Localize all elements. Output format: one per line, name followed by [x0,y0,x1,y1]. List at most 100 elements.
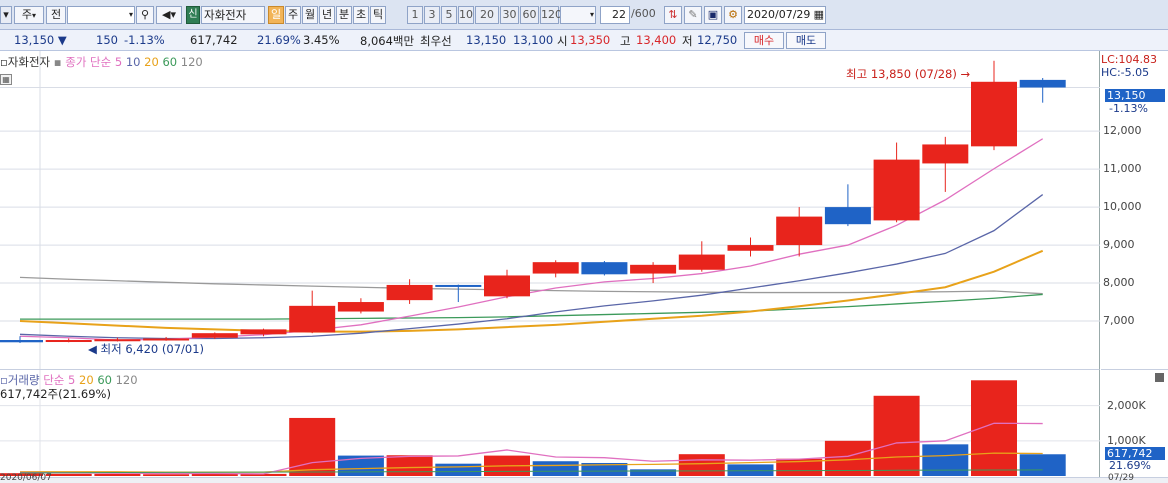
best-bid: 13,100 [513,33,554,47]
interval-button-5[interactable]: 5 [441,6,457,24]
low-price: 12,750 [697,33,738,47]
stock-code-input[interactable]: ▾ [67,6,135,24]
current-pct-tag: -1.13% [1109,102,1148,115]
period-tab-6[interactable]: 틱 [370,6,386,24]
candle [581,261,628,276]
volume-bar [143,474,190,476]
current-price: 13,150 ▼ [14,33,67,47]
candle-body [1019,79,1066,88]
volume-pct: 21.69% [257,33,301,47]
ma120-line [19,276,1043,295]
price-chart[interactable] [0,51,1100,369]
date-value: 2020/07/29 [747,8,811,21]
save-icon[interactable]: ▣ [704,6,722,24]
quote-bar: 13,150 ▼ 150 -1.13% 617,742 21.69% 3.45%… [0,30,1168,51]
interval-button-120[interactable]: 120 [540,6,562,24]
period-tab-4[interactable]: 분 [336,6,352,24]
period-tab-2[interactable]: 월 [302,6,318,24]
down-arrow-icon: ▼ [57,33,67,47]
interval-button-60[interactable]: 60 [520,6,539,24]
lc-label: LC:104.83 [1101,53,1158,66]
candle-body [922,144,969,164]
interval-button-20[interactable]: 20 [475,6,499,24]
legend-vol-ma-120: 120 [115,373,138,387]
price-y-axis: LC:104.83 HC:-5.05 13,150 -1.13% 12,000 1… [1101,51,1168,369]
data-count-input[interactable]: 22 [600,6,630,24]
candle-body [678,254,725,270]
volume-chart[interactable] [0,370,1100,478]
volume-pct-tag: 21.69% [1109,459,1151,472]
price-y-tick: 7,000 [1103,314,1135,328]
volume-bar [386,455,433,476]
sell-button[interactable]: 매도 [786,32,826,49]
volume-y-axis: 2,000K 1,000K 617,742 21.69% [1101,369,1168,477]
legend-ma-120: 120 [180,55,203,69]
period-tab-5[interactable]: 초 [353,6,369,24]
trend-tool-icon[interactable]: ⇅ [664,6,682,24]
volume-chart-panel[interactable]: ▫거래량 단순 5 20 60 120 617,742주(21.69%) [0,369,1100,479]
data-total: /600 [631,7,656,20]
candle-body [873,159,920,221]
price-change: 150 [96,33,118,47]
panel-toggle-icon[interactable]: ▦ [0,74,12,85]
volume-bar [532,461,579,476]
price-y-tick: 11,000 [1103,162,1142,176]
legend-vol-ma-label: 단순 [43,373,65,387]
candle [484,269,530,299]
candle-body [0,340,43,343]
volume-y-tick: 1,000K [1107,433,1146,447]
period-tab-1[interactable]: 주 [285,6,301,24]
gear-icon[interactable]: ⚙ [724,6,742,24]
candle-body [386,284,433,301]
stock-badge: 신 [186,6,200,24]
candle-body [484,275,530,297]
date-input[interactable]: 2020/07/29 ▦ [744,6,826,24]
interval-button-30[interactable]: 30 [500,6,519,24]
candle [289,290,336,334]
stock-name: 자화전자 [201,6,265,24]
candle-body [289,305,336,333]
draw-tool-icon[interactable]: ✎ [684,6,702,24]
legend-ma-20: 20 [144,55,159,69]
blank-select[interactable]: ▾ [560,6,596,24]
legend-ma-label: 종가 단순 [65,55,112,69]
candle [727,237,774,257]
candle [922,136,969,192]
volume-panel-collapse-icon[interactable] [1155,373,1164,382]
legend-vol-ma-5: 5 [68,373,76,387]
candle [776,207,823,257]
legend-vol-ma-20: 20 [79,373,94,387]
chart-type-select[interactable]: 주▾ [14,6,44,24]
search-button[interactable]: ⚲ [136,6,154,24]
period-tab-3[interactable]: 년 [319,6,335,24]
candle-body [824,207,871,225]
chart-settings-icon[interactable]: ▾ [0,6,12,24]
candle-body [776,216,823,246]
interval-button-3[interactable]: 3 [424,6,440,24]
interval-button-10[interactable]: 10 [458,6,474,24]
volume-bar [435,463,482,476]
volume-bar [45,473,92,476]
trade-amount: 8,064백만 [360,34,415,48]
price-legend: ▫자화전자 ▪ 종가 단순 5 10 20 60 120 [0,55,203,69]
candle-body [337,302,384,312]
price-y-tick: 10,000 [1103,200,1142,214]
volume-bar [922,444,969,476]
volume-bar [873,395,920,476]
high-label: 고 [620,34,631,48]
low-label: 저 [682,34,693,48]
open-label: 시 [557,34,568,48]
interval-button-1[interactable]: 1 [407,6,423,24]
price-y-tick: 12,000 [1103,124,1142,138]
market-select[interactable]: 전 [46,6,66,24]
calendar-icon[interactable]: ▦ [814,7,824,23]
speaker-icon[interactable]: ◀▾ [156,6,182,24]
period-tab-0[interactable]: 일 [268,6,284,24]
x-axis-start: 2020/06/07 [0,473,52,483]
candle [337,298,384,314]
candle-body [971,81,1017,147]
candle-body [45,340,92,343]
price-chart-panel[interactable]: ▫자화전자 ▪ 종가 단순 5 10 20 60 120 ▦ 최고 13,850… [0,51,1100,369]
x-axis-end: 07/29 [1108,473,1134,483]
buy-button[interactable]: 매수 [744,32,784,49]
